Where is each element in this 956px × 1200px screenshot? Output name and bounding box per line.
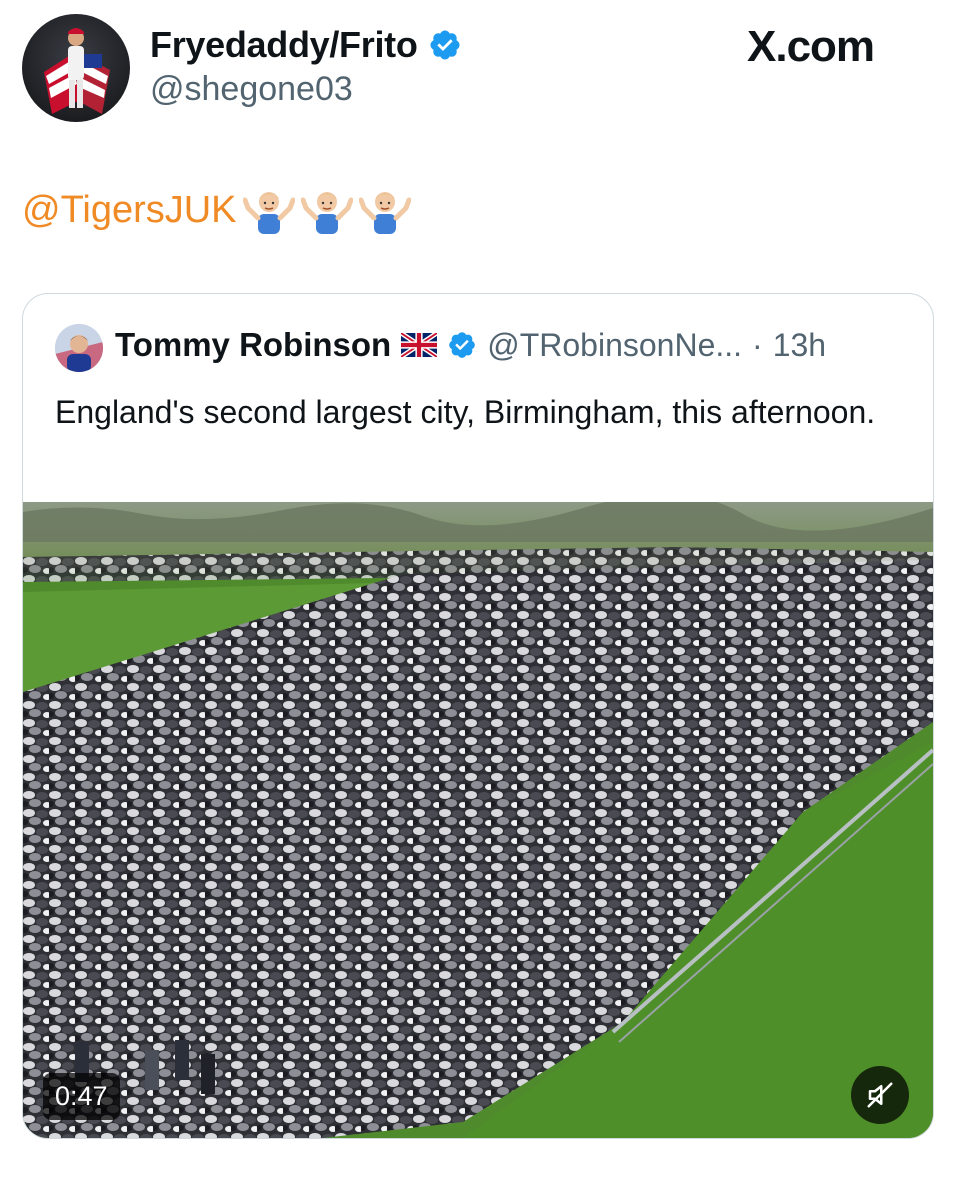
video-player[interactable]: 0:47	[23, 502, 933, 1138]
author-name-row: Fryedaddy/Frito	[150, 24, 462, 66]
verified-badge-icon	[449, 332, 476, 358]
author-display-name[interactable]: Fryedaddy/Frito	[150, 24, 418, 66]
video-thumbnail	[23, 502, 933, 1138]
quoted-header-row: Tommy Robinson @TRobinsonNe... · 13h	[115, 326, 826, 364]
separator-dot: ·	[752, 326, 763, 363]
uk-flag-icon	[401, 333, 438, 357]
author-avatar[interactable]	[22, 14, 130, 122]
speaker-muted-icon	[867, 1082, 893, 1108]
quoted-tweet-text: England's second largest city, Birmingha…	[55, 394, 876, 430]
verified-badge-icon	[430, 30, 460, 60]
man-shrugging-emoji	[300, 192, 353, 234]
quoted-handle[interactable]: @TRobinsonNe...	[487, 327, 742, 364]
quoted-display-name[interactable]: Tommy Robinson	[115, 326, 391, 364]
man-shrugging-emoji	[358, 192, 411, 234]
tweet-text: @TigersJUK	[22, 186, 411, 234]
quoted-tweet-card[interactable]: Tommy Robinson @TRobinsonNe... · 13h Eng…	[22, 293, 934, 1139]
avatar-photo	[44, 28, 110, 114]
x-brand-logo: X.com	[747, 22, 875, 71]
avatar-photo	[55, 324, 103, 372]
man-shrugging-emoji	[242, 192, 295, 234]
quoted-author-avatar[interactable]	[55, 324, 103, 372]
quoted-timestamp[interactable]: 13h	[773, 327, 826, 364]
mute-button[interactable]	[851, 1066, 909, 1124]
mention-link[interactable]: @TigersJUK	[22, 189, 237, 232]
video-duration: 0:47	[43, 1073, 120, 1120]
author-handle[interactable]: @shegone03	[150, 70, 353, 109]
